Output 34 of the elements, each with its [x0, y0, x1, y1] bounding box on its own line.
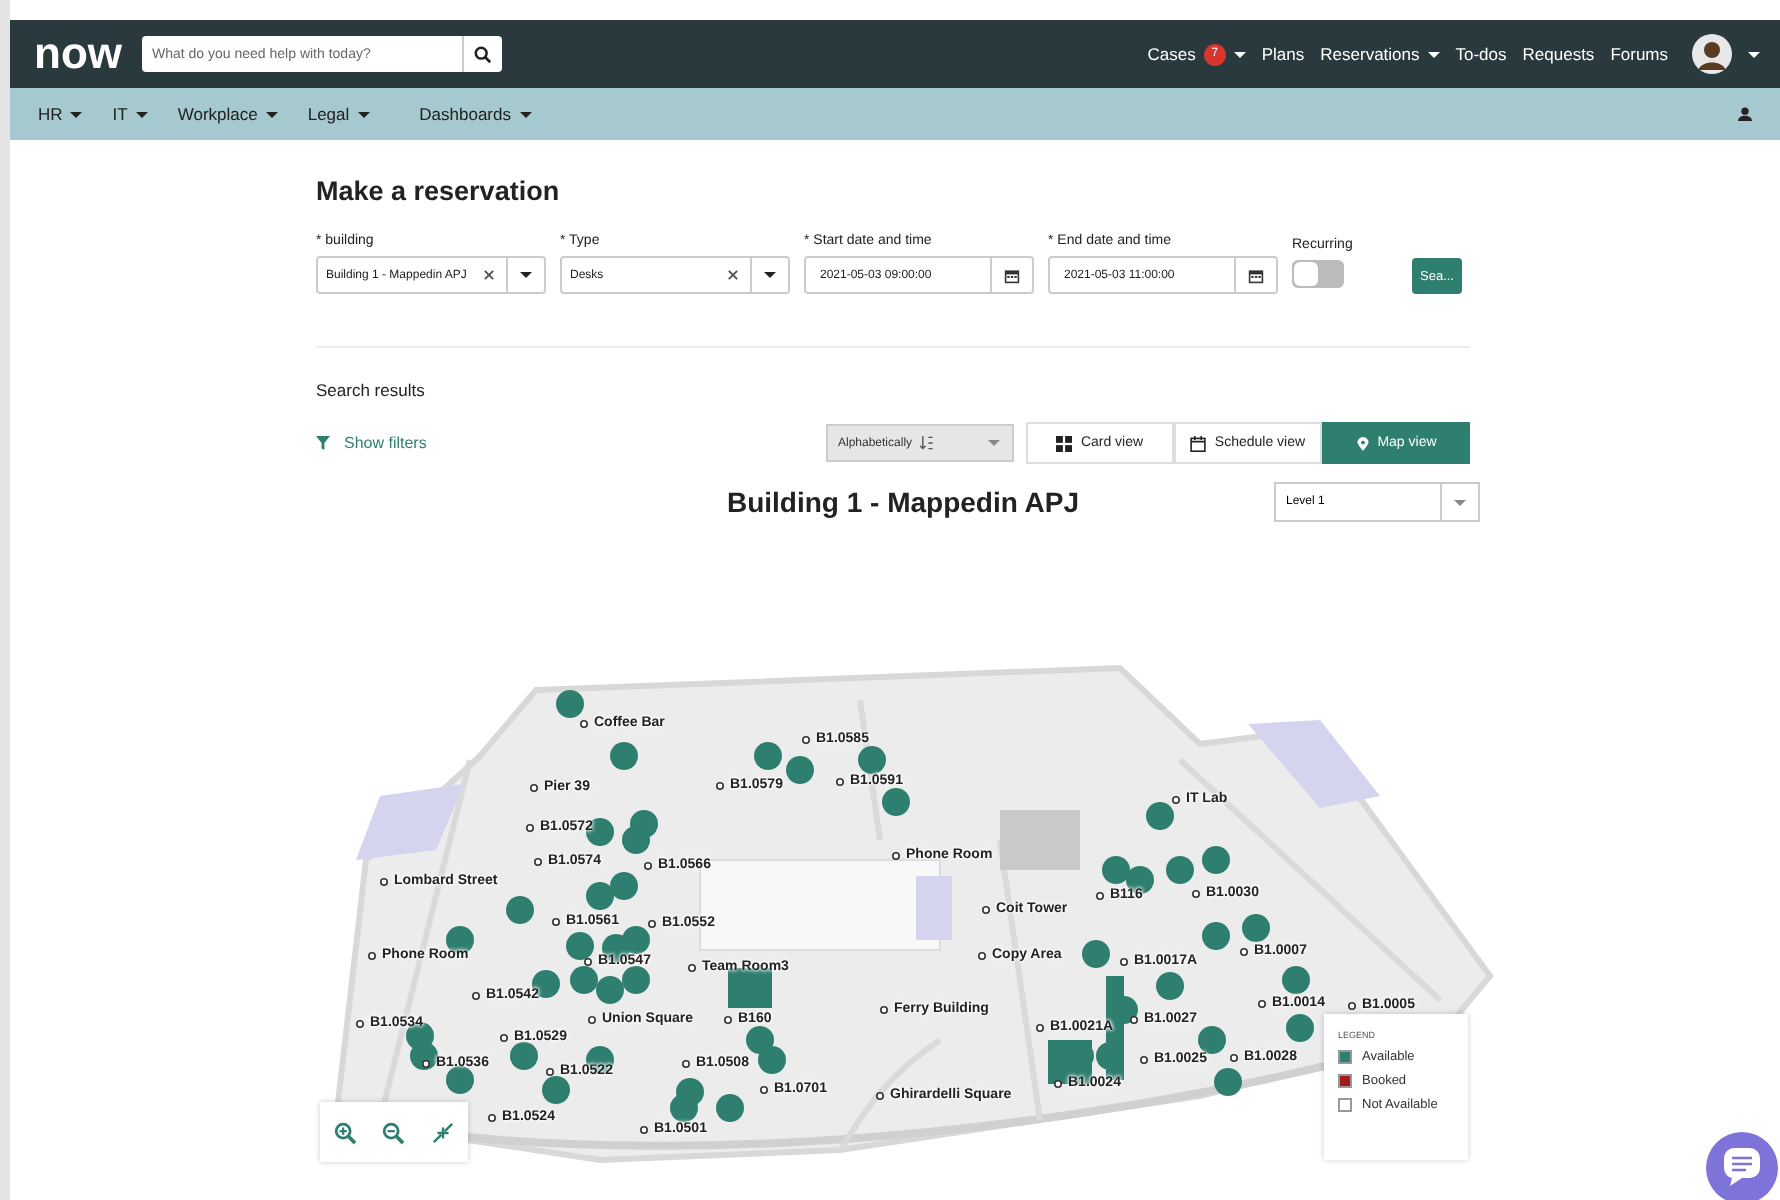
- nav-menu[interactable]: Workplace: [177, 104, 278, 124]
- calendar-icon[interactable]: [1004, 267, 1020, 283]
- page-title: Make a reservation: [316, 176, 562, 206]
- sort-icon: [920, 436, 935, 450]
- collapse-icon[interactable]: [432, 1121, 455, 1143]
- map-pin-icon: [1355, 435, 1370, 451]
- chat-icon[interactable]: [1706, 1132, 1778, 1200]
- menu-item[interactable]: Forums: [1610, 44, 1668, 64]
- nav-menu[interactable]: Dashboards: [419, 104, 531, 124]
- caret-icon[interactable]: [1748, 51, 1760, 57]
- user-icon[interactable]: [1738, 106, 1752, 122]
- building-title: Building 1 - Mappedin APJ: [726, 486, 1080, 518]
- menu-item[interactable]: Requests: [1522, 44, 1595, 64]
- toggle-switch[interactable]: [1292, 260, 1344, 288]
- nav-menu[interactable]: IT: [112, 104, 148, 124]
- menu-item[interactable]: Reservations: [1320, 44, 1440, 64]
- section-title: Search results: [316, 380, 427, 400]
- nav-menu[interactable]: Legal: [307, 104, 370, 124]
- logo[interactable]: now: [34, 28, 122, 80]
- zoom-in-icon[interactable]: [333, 1121, 356, 1143]
- clear-icon[interactable]: [728, 270, 738, 280]
- menu-item[interactable]: Plans: [1261, 44, 1305, 64]
- show-filters-link[interactable]: Show filters: [344, 434, 427, 452]
- filter-icon[interactable]: [316, 436, 330, 450]
- zoom-out-icon[interactable]: [382, 1121, 405, 1143]
- search-icon: [474, 45, 492, 63]
- grid-icon: [1056, 435, 1073, 451]
- avatar-icon[interactable]: [1692, 34, 1732, 74]
- nav-menu[interactable]: HR: [38, 104, 83, 124]
- search-button[interactable]: [462, 36, 502, 72]
- clear-icon[interactable]: [484, 270, 494, 280]
- menu-item[interactable]: To-dos: [1455, 44, 1507, 64]
- calendar-icon[interactable]: [1248, 267, 1264, 283]
- calendar-icon: [1190, 435, 1207, 451]
